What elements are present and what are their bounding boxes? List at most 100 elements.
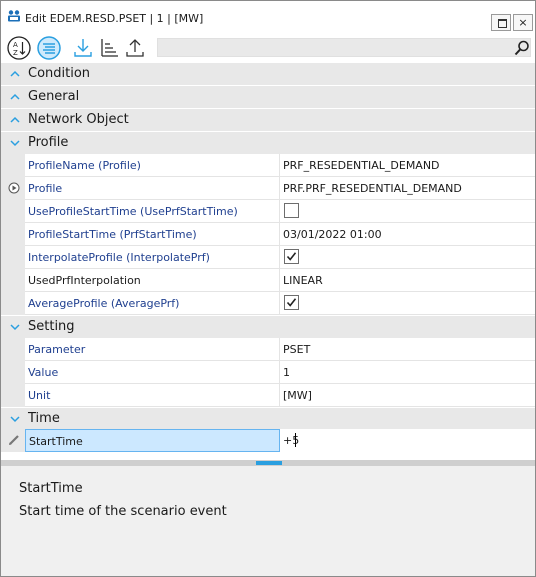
row-gutter [1, 154, 25, 177]
splitter-grip[interactable] [256, 461, 282, 465]
chevron-down-icon [9, 413, 21, 425]
maximize-button[interactable] [491, 14, 511, 31]
property-name: StartTime [25, 429, 280, 452]
sort-alphabetical-button[interactable]: A Z [7, 36, 31, 60]
row-gutter [1, 269, 25, 292]
property-name-label: Parameter [28, 343, 86, 356]
category-general[interactable]: General [1, 85, 535, 108]
window-title: Edit EDEM.RESD.PSET | 1 | [MW] [25, 12, 204, 25]
category-condition[interactable]: Condition [1, 62, 535, 85]
property-row-interpolateprofile[interactable]: InterpolateProfile (InterpolatePrf) [1, 246, 535, 269]
chevron-down-icon [9, 137, 21, 149]
property-name: ProfileStartTime (PrfStartTime) [25, 223, 280, 246]
category-label: Condition [28, 66, 91, 81]
property-name-label: Value [28, 366, 59, 379]
row-gutter [1, 361, 25, 384]
property-name: AverageProfile (AveragePrf) [25, 292, 280, 315]
average-profile-checkbox[interactable] [284, 295, 299, 310]
categorized-view-button[interactable] [37, 36, 61, 60]
property-name: UsedPrfInterpolation [25, 269, 280, 292]
export-button[interactable] [123, 36, 147, 60]
sort-hierarchy-icon [97, 36, 121, 60]
property-name-label: InterpolateProfile (InterpolatePrf) [28, 251, 210, 264]
property-name-label: Profile [28, 182, 63, 195]
property-value[interactable]: PRF.PRF_RESEDENTIAL_DEMAND [280, 177, 535, 200]
use-profile-start-time-checkbox[interactable] [284, 203, 299, 218]
property-row-profilestarttime[interactable]: ProfileStartTime (PrfStartTime) 03/01/20… [1, 223, 535, 246]
property-row-profile[interactable]: Profile PRF.PRF_RESEDENTIAL_DEMAND [1, 177, 535, 200]
property-value[interactable]: PSET [280, 338, 535, 361]
property-name-label: UsedPrfInterpolation [28, 274, 141, 287]
sort-hierarchy-button[interactable] [97, 36, 121, 60]
category-label: Profile [28, 135, 69, 150]
import-button[interactable] [71, 36, 95, 60]
property-row-parameter[interactable]: Parameter PSET [1, 338, 535, 361]
category-profile[interactable]: Profile [1, 131, 535, 154]
property-grid: Condition General Network Object Profile… [1, 62, 535, 452]
property-value[interactable]: 1 [280, 361, 535, 384]
row-gutter [1, 292, 25, 315]
property-value[interactable]: [MW] [280, 384, 535, 407]
toolbar: A Z [1, 35, 535, 62]
category-label: General [28, 89, 80, 104]
property-row-starttime[interactable]: StartTime +5 [1, 429, 535, 452]
property-row-unit[interactable]: Unit [MW] [1, 384, 535, 407]
description-title: StartTime [19, 481, 83, 496]
close-icon: × [518, 16, 528, 29]
description-panel: StartTime Start time of the scenario eve… [1, 466, 535, 576]
property-value[interactable]: PRF_RESEDENTIAL_DEMAND [280, 154, 535, 177]
property-name-label: AverageProfile (AveragePrf) [28, 297, 180, 310]
edit-pencil-icon [8, 434, 20, 449]
text-caret [295, 433, 296, 447]
row-gutter [1, 223, 25, 246]
property-name: Parameter [25, 338, 280, 361]
property-value [280, 200, 535, 223]
svg-text:A: A [13, 41, 18, 49]
row-gutter [1, 246, 25, 269]
property-name: InterpolateProfile (InterpolatePrf) [25, 246, 280, 269]
property-row-profilename[interactable]: ProfileName (Profile) PRF_RESEDENTIAL_DE… [1, 154, 535, 177]
property-value [280, 246, 535, 269]
search-input[interactable] [158, 39, 516, 56]
property-name: ProfileName (Profile) [25, 154, 280, 177]
property-name-label: UseProfileStartTime (UsePrfStartTime) [28, 205, 238, 218]
categorized-view-icon [37, 36, 61, 60]
chevron-up-icon [9, 114, 21, 126]
chevron-up-icon [9, 68, 21, 80]
app-icon [7, 9, 21, 23]
property-row-averageprofile[interactable]: AverageProfile (AveragePrf) [1, 292, 535, 315]
title-bar: Edit EDEM.RESD.PSET | 1 | [MW] × [1, 1, 535, 35]
row-gutter [1, 384, 25, 407]
category-time[interactable]: Time [1, 407, 535, 430]
maximize-icon [498, 19, 507, 28]
category-setting[interactable]: Setting [1, 315, 535, 338]
export-icon [123, 36, 147, 60]
property-name: Profile [25, 177, 280, 200]
category-network-object[interactable]: Network Object [1, 108, 535, 131]
start-time-input[interactable]: +5 [280, 429, 535, 452]
svg-text:Z: Z [13, 49, 18, 57]
category-label: Setting [28, 319, 75, 334]
property-name-label: Unit [28, 389, 51, 402]
property-row-value[interactable]: Value 1 [1, 361, 535, 384]
property-value[interactable]: LINEAR [280, 269, 535, 292]
interpolate-profile-checkbox[interactable] [284, 249, 299, 264]
search-icon[interactable] [514, 40, 530, 56]
search-box [157, 38, 531, 57]
property-value-text: [MW] [283, 389, 312, 402]
property-value[interactable]: 03/01/2022 01:00 [280, 223, 535, 246]
property-name: Unit [25, 384, 280, 407]
property-value-text: PSET [283, 343, 311, 356]
property-name: Value [25, 361, 280, 384]
property-value-text: 03/01/2022 01:00 [283, 228, 382, 241]
property-editor-window: Edit EDEM.RESD.PSET | 1 | [MW] × A Z Con… [0, 0, 536, 577]
chevron-down-icon [9, 321, 21, 333]
close-button[interactable]: × [513, 14, 533, 31]
property-name-label: StartTime [29, 435, 83, 448]
navigate-link-icon[interactable] [8, 182, 20, 197]
property-name: UseProfileStartTime (UsePrfStartTime) [25, 200, 280, 223]
property-row-usedprfinterpolation[interactable]: UsedPrfInterpolation LINEAR [1, 269, 535, 292]
checkmark-icon [286, 298, 297, 307]
property-row-useprofilestarttime[interactable]: UseProfileStartTime (UsePrfStartTime) [1, 200, 535, 223]
category-label: Network Object [28, 112, 129, 127]
